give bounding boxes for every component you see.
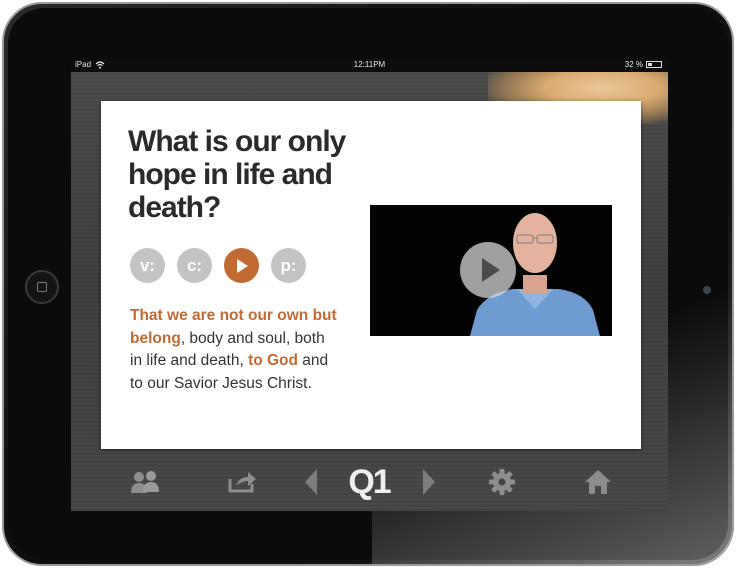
question-card: What is our only hope in life and death?…: [101, 101, 641, 449]
battery-level: [648, 63, 652, 66]
next-button[interactable]: [421, 466, 437, 498]
home-nav-button[interactable]: [583, 466, 613, 498]
next-arrow-icon: [423, 469, 435, 495]
settings-gear-icon: [489, 469, 515, 495]
status-bar: iPad 12:11PM 32 %: [71, 59, 668, 72]
share-button[interactable]: [225, 466, 259, 498]
users-icon: [131, 471, 159, 493]
answer-highlight-2: to God: [248, 352, 298, 369]
home-hardware-button[interactable]: [25, 270, 59, 304]
prayer-button[interactable]: p:: [271, 248, 306, 283]
battery-icon: [646, 61, 662, 68]
people-button[interactable]: [129, 466, 161, 498]
app-screen: iPad 12:11PM 32 % What is our only hope …: [71, 59, 668, 511]
previous-button[interactable]: [303, 466, 319, 498]
video-player[interactable]: [370, 205, 612, 336]
battery-percent: 32 %: [624, 60, 643, 69]
commentary-button[interactable]: c:: [177, 248, 212, 283]
play-mode-button[interactable]: [224, 248, 259, 283]
verse-button[interactable]: v:: [130, 248, 165, 283]
settings-button[interactable]: [487, 466, 517, 498]
play-triangle-icon: [482, 258, 500, 282]
mode-buttons: v: c: p:: [130, 248, 306, 283]
video-play-button[interactable]: [460, 242, 516, 298]
clock: 12:11PM: [353, 60, 386, 69]
home-button-square: [37, 282, 47, 292]
question-number: Q1: [348, 462, 391, 501]
question-title: What is our only hope in life and death?: [128, 125, 346, 224]
prev-arrow-icon: [305, 469, 317, 495]
camera-lens: [703, 286, 711, 294]
home-icon: [585, 470, 611, 494]
bottom-toolbar: Q1: [71, 454, 668, 511]
play-icon: [236, 258, 248, 273]
answer-text: That we are not our own but belong, body…: [130, 305, 340, 395]
share-icon: [228, 472, 256, 493]
